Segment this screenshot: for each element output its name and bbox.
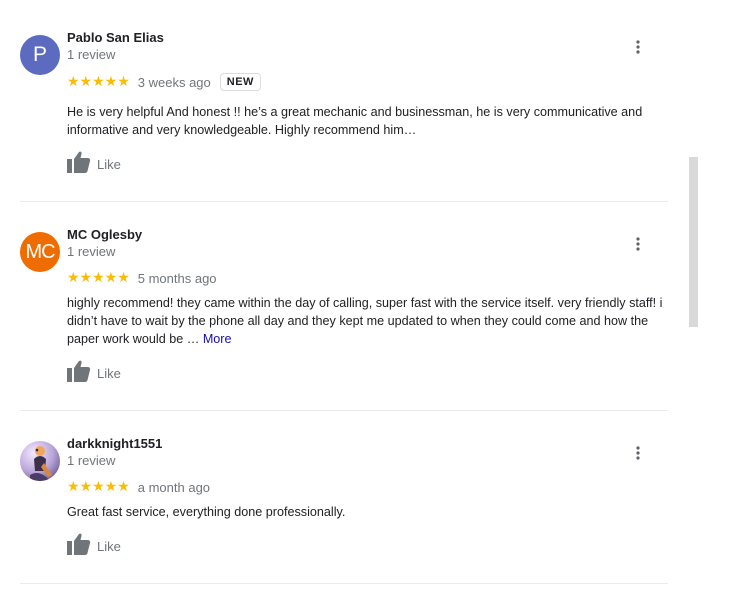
star-rating: ★★★★★: [67, 270, 130, 286]
reviewer-review-count: 1 review: [67, 47, 116, 62]
review-body: highly recommend! they came within the d…: [67, 296, 663, 346]
reviewer-avatar[interactable]: MC: [20, 232, 60, 272]
more-vert-icon: [636, 236, 640, 256]
reviewer-avatar[interactable]: P: [20, 35, 60, 75]
like-button[interactable]: Like: [67, 151, 121, 178]
reviewer-name[interactable]: darkknight1551: [67, 436, 162, 451]
review-text: Great fast service, everything done prof…: [67, 503, 677, 521]
like-label: Like: [97, 539, 121, 554]
review-item: P Pablo San Elias 1 review ★★★★★ 3 weeks…: [20, 30, 668, 185]
thumbs-up-icon: [67, 151, 91, 178]
reviewer-review-count: 1 review: [67, 244, 116, 259]
reviewer-avatar[interactable]: [20, 441, 60, 481]
new-badge: NEW: [219, 73, 261, 91]
divider: [20, 583, 668, 584]
reviews-panel: P Pablo San Elias 1 review ★★★★★ 3 weeks…: [0, 0, 729, 608]
like-button[interactable]: Like: [67, 360, 121, 387]
review-menu-button[interactable]: [628, 445, 648, 465]
more-link[interactable]: More: [203, 332, 232, 346]
review-text: highly recommend! they came within the d…: [67, 294, 677, 348]
review-time: a month ago: [137, 479, 211, 495]
review-time: 3 weeks ago: [137, 74, 211, 90]
thumbs-up-icon: [67, 360, 91, 387]
reviewer-name[interactable]: MC Oglesby: [67, 227, 142, 242]
review-item: darkknight1551 1 review ★★★★★ a month ag…: [20, 436, 668, 571]
like-label: Like: [97, 366, 121, 381]
reviewer-name[interactable]: Pablo San Elias: [67, 30, 164, 45]
review-menu-button[interactable]: [628, 236, 648, 256]
thumbs-up-icon: [67, 533, 91, 560]
review-body: Great fast service, everything done prof…: [67, 505, 346, 519]
rating-row: ★★★★★ 3 weeks ago NEW: [67, 73, 261, 91]
review-text: He is very helpful And honest !! he’s a …: [67, 103, 677, 139]
rating-row: ★★★★★ a month ago: [67, 479, 210, 495]
more-vert-icon: [636, 39, 640, 59]
more-vert-icon: [636, 445, 640, 465]
like-button[interactable]: Like: [67, 533, 121, 560]
rating-row: ★★★★★ 5 months ago: [67, 270, 217, 286]
divider: [20, 201, 668, 202]
star-rating: ★★★★★: [67, 479, 130, 495]
review-body: He is very helpful And honest !! he’s a …: [67, 105, 643, 137]
review-time: 5 months ago: [137, 270, 217, 286]
review-menu-button[interactable]: [628, 39, 648, 59]
review-item: MC MC Oglesby 1 review ★★★★★ 5 months ag…: [20, 227, 668, 392]
like-label: Like: [97, 157, 121, 172]
divider: [20, 410, 668, 411]
reviewer-review-count: 1 review: [67, 453, 116, 468]
star-rating: ★★★★★: [67, 74, 130, 90]
avatar-photo-icon: [20, 441, 60, 481]
scrollbar-thumb[interactable]: [689, 157, 698, 327]
